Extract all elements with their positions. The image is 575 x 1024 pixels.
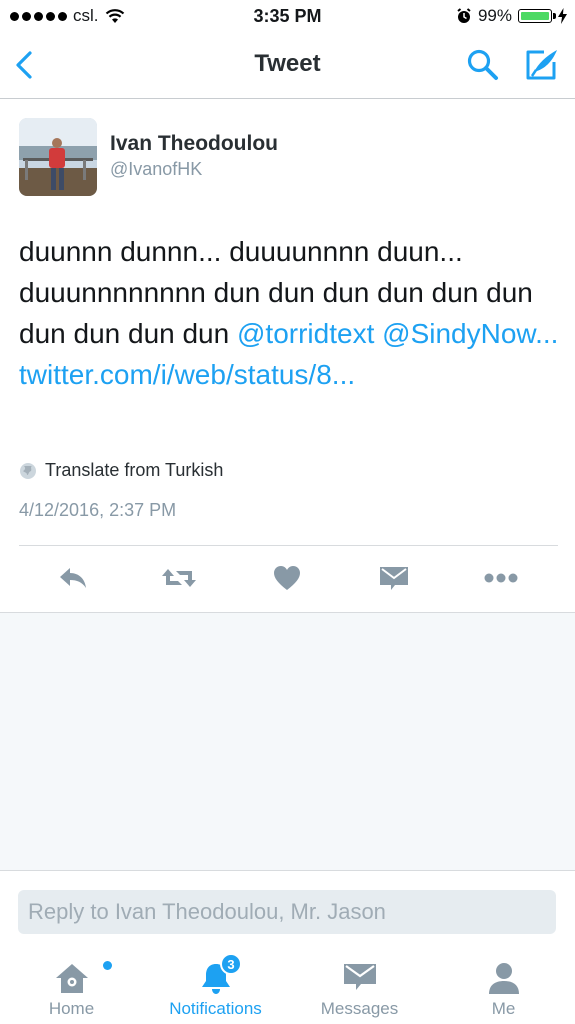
tab-messages[interactable]: Messages xyxy=(302,945,417,1024)
mention-link[interactable]: @SindyNow... xyxy=(382,318,558,349)
author-name[interactable]: Ivan Theodoulou xyxy=(110,132,278,156)
status-bar: csl. 3:35 PM 99% xyxy=(0,0,575,32)
notification-count-badge: 3 xyxy=(220,953,242,975)
tweet-timestamp: 4/12/2016, 2:37 PM xyxy=(19,500,177,520)
tab-home-label: Home xyxy=(48,999,95,1018)
avatar[interactable] xyxy=(19,118,97,196)
tab-me-label: Me xyxy=(491,999,516,1018)
compose-icon xyxy=(526,50,557,80)
retweet-icon xyxy=(162,569,196,587)
reply-button[interactable] xyxy=(53,560,93,596)
search-button[interactable] xyxy=(466,48,500,82)
translate-label: Translate from Turkish xyxy=(45,460,224,480)
status-right: 99% xyxy=(456,6,567,26)
like-icon xyxy=(274,566,300,590)
tweet-detail: Ivan Theodoulou @IvanofHK duunnn dunnn..… xyxy=(0,99,575,613)
tweet-actions xyxy=(0,546,575,611)
empty-replies-area xyxy=(0,613,575,870)
translate-button[interactable]: Translate from Turkish xyxy=(19,460,223,481)
more-button[interactable] xyxy=(481,560,521,596)
search-icon xyxy=(467,49,498,80)
battery-percent: 99% xyxy=(477,6,512,25)
tab-messages-label: Messages xyxy=(320,999,399,1018)
url-link[interactable]: twitter.com/i/web/status/8... xyxy=(19,359,355,390)
direct-message-button[interactable] xyxy=(374,560,414,596)
tweet-text: duunnn dunnn... duuuunnnn duun... duuunn… xyxy=(19,231,559,395)
retweet-button[interactable] xyxy=(159,560,199,596)
tab-notifications-label: Notifications xyxy=(169,999,262,1018)
charging-icon xyxy=(558,8,567,24)
author-handle[interactable]: @IvanofHK xyxy=(110,159,202,180)
navigation-bar: Tweet xyxy=(0,32,575,99)
reply-icon xyxy=(60,568,86,588)
more-icon xyxy=(484,573,518,583)
reply-input[interactable] xyxy=(18,890,556,934)
direct-message-icon xyxy=(380,567,408,590)
globe-icon xyxy=(20,462,36,479)
unread-indicator xyxy=(103,961,112,970)
tab-home[interactable]: Home xyxy=(14,945,129,1024)
mention-link[interactable]: @torridtext xyxy=(237,318,374,349)
avatar-photo xyxy=(19,118,97,196)
reply-bar xyxy=(0,870,575,946)
person-icon xyxy=(488,963,519,994)
battery-icon xyxy=(518,9,556,23)
tab-me[interactable]: Me xyxy=(446,945,561,1024)
tab-bar: Home 3 Notifications Messages Me xyxy=(0,945,575,1024)
alarm-icon xyxy=(457,8,471,23)
compose-tweet-button[interactable] xyxy=(522,46,560,84)
like-button[interactable] xyxy=(267,560,307,596)
home-icon xyxy=(55,964,88,993)
tab-notifications[interactable]: 3 Notifications xyxy=(158,945,273,1024)
envelope-icon xyxy=(343,964,376,990)
